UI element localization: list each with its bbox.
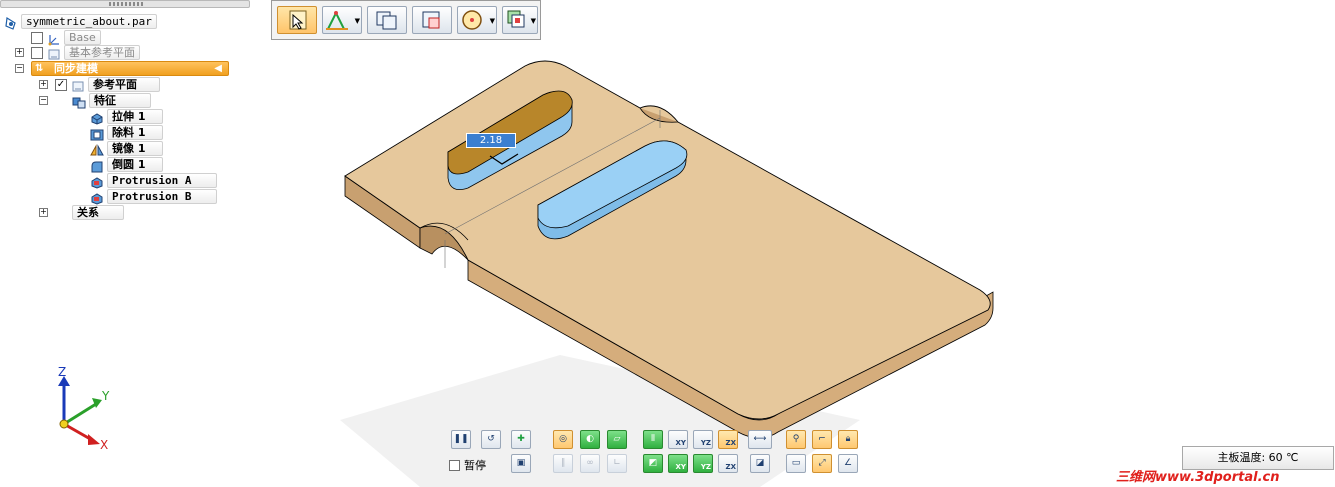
plane-label-yz: YZ — [700, 439, 711, 447]
plane-label-xy: XY — [675, 463, 686, 471]
resize-icon: ⤢ — [818, 458, 826, 468]
symmetric-yz-button[interactable]: YZ — [693, 430, 713, 449]
triad-z-label: Z — [58, 365, 67, 379]
face-icon: ▭ — [791, 458, 801, 468]
symmetric-xy-button[interactable]: XY — [668, 430, 688, 449]
triad-x-label: X — [100, 438, 109, 452]
face-button[interactable]: ▭ — [786, 454, 806, 473]
perpendicular-icon: ∟ — [613, 458, 621, 468]
y-axis-icon — [63, 402, 97, 426]
watermark: 三维网www.3dportal.cn — [1116, 470, 1280, 485]
triad-y-label: Y — [102, 389, 110, 403]
pause-icon: ❚❚ — [453, 434, 469, 444]
add-icon: ✚ — [517, 434, 525, 444]
align-yz-button[interactable]: YZ — [693, 454, 713, 473]
parallel-button[interactable]: ∥ — [553, 454, 573, 473]
undo-button[interactable]: ↺ — [481, 430, 501, 449]
rigid-icon: ⌐ — [818, 434, 826, 444]
symmetry-plane-icon: ⟷ — [753, 434, 767, 444]
x-axis-icon — [63, 422, 93, 442]
coplanar-button[interactable]: ▱ — [607, 430, 627, 449]
dimension-value-box[interactable]: 2.18 — [466, 133, 516, 148]
save-button[interactable]: ▣ — [511, 454, 531, 473]
align-xy-button[interactable]: XY — [668, 454, 688, 473]
coaxial-button[interactable]: ∞ — [580, 454, 600, 473]
concentric-button[interactable]: ◎ — [553, 430, 573, 449]
pause-checkbox-row[interactable]: 暂停 — [449, 457, 486, 473]
rigid-button[interactable]: ⌐ — [812, 430, 832, 449]
symmetric-zx-button[interactable]: ZX — [718, 430, 738, 449]
angle-icon: ∠ — [843, 458, 853, 468]
lock-icon: 🔒︎ — [845, 434, 851, 444]
resize-button[interactable]: ⤢ — [812, 454, 832, 473]
plane-label-zx: ZX — [725, 439, 736, 447]
model-viewport[interactable] — [0, 0, 1335, 487]
plane-label-xy: XY — [675, 439, 686, 447]
align-zx-button[interactable]: ZX — [718, 454, 738, 473]
coaxial-icon: ∞ — [586, 458, 594, 468]
tangent-button[interactable]: ◐ — [580, 430, 600, 449]
parallel-icon: ∥ — [560, 458, 566, 468]
pause-button[interactable]: ❚❚ — [451, 430, 471, 449]
triad-origin-icon — [59, 419, 69, 429]
concentric-icon: ◎ — [559, 434, 567, 444]
save-icon: ▣ — [516, 458, 526, 468]
add-relation-button[interactable]: ✚ — [511, 430, 531, 449]
ground-icon: ⚲ — [792, 434, 800, 444]
pause-label: 暂停 — [464, 459, 486, 472]
offset-button[interactable]: ◪ — [750, 454, 770, 473]
plane-label-yz: YZ — [700, 463, 711, 471]
align-icon: ◩ — [648, 458, 658, 468]
symmetric-button[interactable]: ⫴ — [643, 430, 663, 449]
perpendicular-button[interactable]: ∟ — [607, 454, 627, 473]
align-button[interactable]: ◩ — [643, 454, 663, 473]
lock-button[interactable]: 🔒︎ — [838, 430, 858, 449]
pause-checkbox[interactable] — [449, 459, 460, 471]
undo-icon: ↺ — [487, 434, 495, 444]
offset-icon: ◪ — [755, 458, 765, 468]
tangent-icon: ◐ — [586, 434, 594, 444]
plane-label-zx: ZX — [725, 463, 736, 471]
symmetry-plane-button[interactable]: ⟷ — [748, 430, 772, 449]
angle-button[interactable]: ∠ — [838, 454, 858, 473]
ground-button[interactable]: ⚲ — [786, 430, 806, 449]
coplanar-icon: ▱ — [613, 434, 621, 444]
symmetric-icon: ⫴ — [651, 434, 655, 444]
